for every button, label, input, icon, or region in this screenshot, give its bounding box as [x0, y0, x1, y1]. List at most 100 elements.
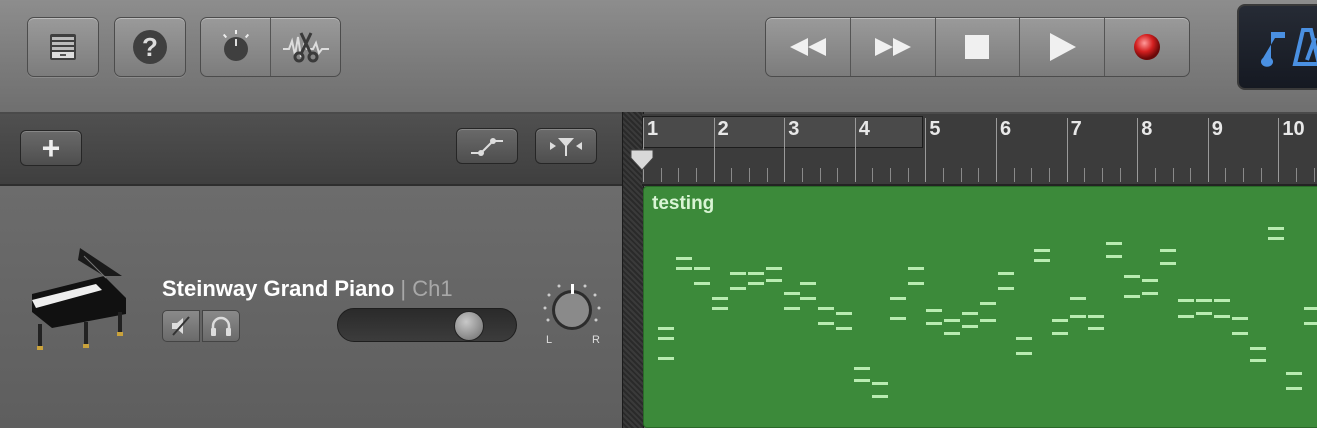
midi-note	[1250, 347, 1266, 350]
ruler-beat-tick	[819, 168, 821, 182]
ruler-bar-number: 3	[788, 118, 800, 140]
ruler-bar-line	[1207, 118, 1209, 182]
solo-button[interactable]	[202, 310, 240, 342]
midi-note	[998, 287, 1014, 290]
ruler-bar-number: 2	[717, 118, 729, 140]
midi-note	[890, 297, 906, 300]
midi-note	[1232, 332, 1248, 335]
midi-note	[712, 307, 728, 310]
midi-note	[944, 332, 960, 335]
automation-icon	[471, 138, 503, 156]
midi-note	[1142, 279, 1158, 282]
midi-note	[908, 282, 924, 285]
library-button[interactable]	[27, 17, 99, 77]
midi-note	[1016, 337, 1032, 340]
midi-note	[1052, 319, 1068, 322]
ruler-beat-tick	[872, 168, 874, 182]
midi-note	[1124, 275, 1140, 278]
smart-controls-button[interactable]	[201, 18, 270, 76]
midi-note	[1304, 322, 1317, 325]
midi-note	[980, 302, 996, 305]
ruler-bar-line	[1066, 118, 1068, 182]
midi-note	[766, 267, 782, 270]
ruler-beat-tick	[837, 168, 839, 182]
midi-note	[1268, 237, 1284, 240]
ruler-beat-tick	[1243, 168, 1245, 182]
ruler-beat-tick	[1172, 168, 1174, 182]
midi-note	[1106, 255, 1122, 258]
transport-controls	[765, 17, 1190, 77]
midi-note	[1268, 227, 1284, 230]
flex-button[interactable]	[535, 128, 597, 164]
region-name: testing	[652, 193, 715, 214]
midi-note	[712, 297, 728, 300]
volume-slider[interactable]	[337, 308, 517, 342]
ruler-beat-tick	[1313, 168, 1315, 182]
midi-note	[800, 282, 816, 285]
midi-note	[1214, 315, 1230, 318]
volume-knob[interactable]	[453, 311, 484, 341]
automation-button[interactable]	[456, 128, 518, 164]
add-track-button[interactable]: +	[20, 130, 82, 166]
track-header[interactable]: Steinway Grand Piano | Ch1 L R	[0, 186, 622, 428]
midi-note	[962, 325, 978, 328]
midi-note	[1106, 242, 1122, 245]
ruler-bar-number: 4	[858, 118, 870, 140]
midi-note	[784, 292, 800, 295]
ruler-bar-line	[713, 118, 715, 182]
midi-note	[854, 367, 870, 370]
midi-note	[1142, 292, 1158, 295]
ruler-bar-line	[784, 118, 786, 182]
midi-note	[980, 319, 996, 322]
rewind-button[interactable]	[766, 18, 850, 76]
midi-note	[818, 307, 834, 310]
ruler[interactable]: 1 2 3 4 5 6 7 8 9 10	[630, 114, 1317, 186]
ruler-bar-line	[996, 118, 997, 182]
ruler-beat-tick	[1048, 168, 1050, 182]
library-icon	[50, 34, 76, 60]
midi-note	[962, 312, 978, 315]
channel-label: Ch1	[412, 276, 453, 301]
ruler-bar-line	[854, 118, 856, 182]
midi-note	[1286, 387, 1302, 390]
midi-note	[1232, 317, 1248, 320]
playhead-icon[interactable]	[629, 148, 655, 174]
mute-button[interactable]	[162, 310, 200, 342]
midi-note	[1088, 315, 1104, 318]
midi-note	[836, 327, 852, 330]
ruler-bar-number: 8	[1141, 118, 1153, 140]
metronome-icon	[1261, 28, 1317, 67]
cycle-region[interactable]	[642, 116, 923, 148]
ruler-beat-tick	[678, 168, 680, 182]
pan-left-label: L	[546, 334, 553, 346]
midi-note	[658, 357, 674, 360]
ruler-bar-number: 7	[1070, 118, 1082, 140]
midi-note	[1034, 249, 1050, 252]
midi-note	[1250, 359, 1266, 362]
midi-note	[730, 287, 746, 290]
help-button[interactable]: ?	[114, 17, 186, 77]
midi-note	[890, 317, 906, 320]
track-name[interactable]: Steinway Grand Piano | Ch1	[162, 276, 453, 302]
record-button[interactable]	[1104, 18, 1189, 76]
ruler-bar-number: 1	[647, 118, 659, 140]
midi-note	[1070, 315, 1086, 318]
editors-button[interactable]	[270, 18, 340, 76]
ruler-beat-tick	[731, 168, 733, 182]
ruler-beat-tick	[1296, 168, 1298, 182]
ruler-beat-tick	[1260, 168, 1262, 182]
pan-knob[interactable]: L R	[540, 280, 604, 350]
lcd-display[interactable]	[1237, 4, 1317, 90]
midi-note	[1178, 299, 1194, 302]
midi-note	[1070, 297, 1086, 300]
fast-forward-button[interactable]	[849, 18, 935, 76]
ruler-bar-line	[1278, 118, 1280, 182]
midi-region[interactable]: testing	[643, 186, 1317, 428]
play-button[interactable]	[1019, 18, 1104, 76]
stop-button[interactable]	[934, 18, 1020, 76]
ruler-beat-tick	[1013, 168, 1015, 182]
ruler-bar-line	[925, 118, 927, 182]
ruler-beat-tick	[1190, 168, 1192, 182]
ruler-beat-tick	[907, 168, 909, 182]
ruler-beat-tick	[1101, 168, 1103, 182]
